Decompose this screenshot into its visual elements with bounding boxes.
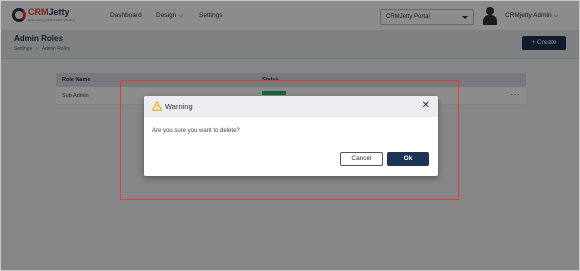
app-window: CRMJetty Empowering CRM & ERP Solutions … [0, 0, 580, 271]
dialog-title: Warning [165, 102, 193, 111]
warning-dialog: Warning ✕ Are you sure you want to delet… [144, 96, 438, 176]
dialog-message: Are you sure you want to delete? [152, 128, 240, 134]
ok-button[interactable]: Ok [387, 152, 429, 166]
dialog-header: Warning ✕ [144, 96, 438, 117]
warning-icon [152, 101, 162, 111]
close-icon[interactable]: ✕ [422, 100, 430, 112]
cancel-button[interactable]: Cancel [340, 152, 383, 166]
